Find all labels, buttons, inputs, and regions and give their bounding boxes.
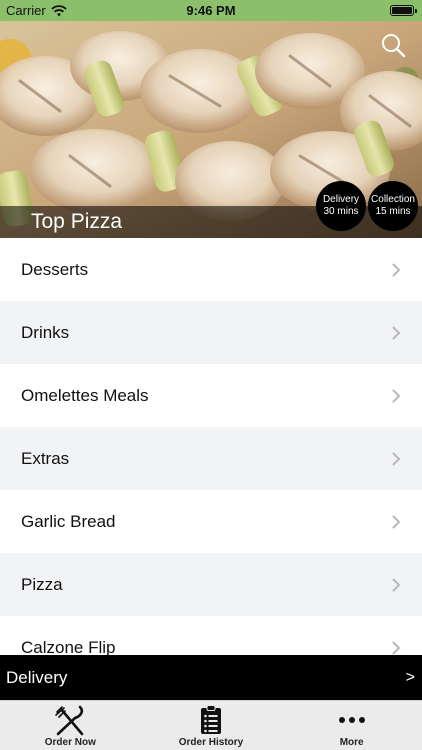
tab-more[interactable]: More [281, 701, 422, 750]
tab-label: More [339, 737, 364, 748]
chevron-right-icon [392, 578, 401, 591]
collection-badge-time: 15 mins [375, 206, 411, 217]
tab-label: Order Now [44, 737, 96, 748]
collection-time-badge[interactable]: Collection 15 mins [368, 181, 418, 231]
category-row-desserts[interactable]: Desserts [0, 238, 422, 301]
tab-label: Order History [178, 737, 244, 748]
category-label: Drinks [21, 322, 70, 342]
chevron-right-icon [392, 641, 401, 654]
store-title: Top Pizza [31, 210, 123, 233]
tab-order-history[interactable]: Order History [141, 701, 282, 750]
category-label: Omelettes Meals [21, 385, 149, 405]
ellipsis-icon [338, 717, 365, 723]
category-row-garlic-bread[interactable]: Garlic Bread [0, 490, 422, 553]
fork-knife-icon [55, 705, 84, 736]
chevron-right-icon [392, 263, 401, 276]
tab-bar: Order Now Order History More [0, 700, 422, 750]
tab-order-now[interactable]: Order Now [0, 701, 141, 750]
delivery-mode-label: Delivery [6, 667, 68, 687]
delivery-time-badge[interactable]: Delivery 30 mins [316, 181, 366, 231]
delivery-arrow: > [405, 668, 415, 686]
chevron-right-icon [392, 452, 401, 465]
collection-badge-label: Collection [371, 194, 415, 205]
category-label: Garlic Bread [21, 511, 116, 531]
delivery-badge-label: Delivery [322, 194, 360, 205]
category-label: Desserts [21, 259, 89, 279]
chevron-right-icon [392, 389, 401, 402]
status-bar: Carrier 9:46 PM [0, 0, 422, 21]
category-row-pizza[interactable]: Pizza [0, 553, 422, 616]
clipboard-list-icon [201, 705, 221, 734]
category-row-drinks[interactable]: Drinks [0, 301, 422, 364]
hero-banner: Top Pizza Delivery 30 mins Collection 15… [0, 21, 422, 238]
delivery-badge-time: 30 mins [323, 206, 359, 217]
category-row-omelettes-meals[interactable]: Omelettes Meals [0, 364, 422, 427]
category-row-extras[interactable]: Extras [0, 427, 422, 490]
category-list[interactable]: Desserts Drinks Omelettes Meals Extras G… [0, 238, 422, 655]
status-time: 9:46 PM [186, 3, 236, 18]
category-label: Extras [21, 448, 70, 468]
chevron-right-icon [392, 515, 401, 528]
category-row-calzone-flip[interactable]: Calzone Flip [0, 616, 422, 655]
search-icon[interactable] [380, 32, 406, 58]
delivery-mode-bar[interactable]: Delivery > [0, 655, 422, 700]
category-label: Calzone Flip [21, 637, 116, 656]
chevron-right-icon [392, 326, 401, 339]
battery-icon [390, 5, 417, 16]
category-label: Pizza [21, 574, 63, 594]
